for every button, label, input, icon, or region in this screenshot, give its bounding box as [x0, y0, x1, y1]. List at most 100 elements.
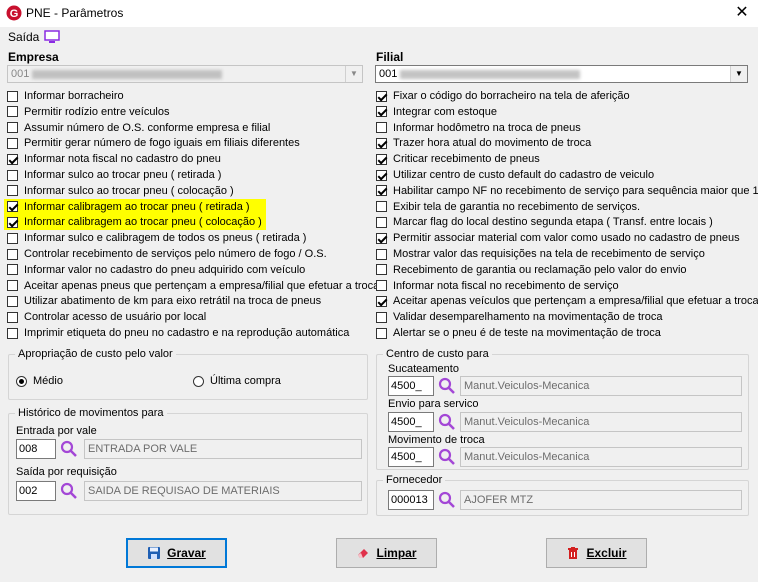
limpar-button[interactable]: Limpar: [336, 538, 437, 568]
checkbox-label[interactable]: Informar valor no cadastro do pneu adqui…: [24, 264, 305, 276]
fornecedor-code-input[interactable]: 000013: [388, 490, 434, 510]
checkbox-row[interactable]: Controlar acesso de usuário por local: [4, 309, 206, 325]
checkbox-row[interactable]: Permitir associar material com valor com…: [373, 230, 740, 246]
search-icon[interactable]: [59, 439, 79, 459]
checkbox-row[interactable]: Imprimir etiqueta do pneu no cadastro e …: [4, 325, 349, 341]
checkbox-row[interactable]: Informar sulco ao trocar pneu ( retirada…: [4, 167, 221, 183]
checkbox-row[interactable]: Controlar recebimento de serviços pelo n…: [4, 246, 327, 262]
checkbox-unchecked[interactable]: [7, 295, 18, 307]
chevron-down-icon[interactable]: ▼: [730, 66, 747, 82]
checkbox-row[interactable]: Recebimento de garantia ou reclamação pe…: [373, 262, 687, 278]
checkbox-label[interactable]: Informar sulco ao trocar pneu ( colocaçã…: [24, 185, 234, 197]
checkbox-unchecked[interactable]: [376, 216, 387, 228]
radio-dot[interactable]: [16, 375, 27, 387]
checkbox-checked[interactable]: [376, 137, 387, 149]
menu-saida[interactable]: Saída: [8, 30, 39, 44]
checkbox-label[interactable]: Exibir tela de garantia no recebimento d…: [393, 201, 640, 213]
monitor-icon[interactable]: [44, 30, 60, 44]
checkbox-checked[interactable]: [376, 295, 387, 307]
checkbox-row[interactable]: Criticar recebimento de pneus: [373, 151, 540, 167]
checkbox-row[interactable]: Habilitar campo NF no recebimento de ser…: [373, 183, 758, 199]
search-icon[interactable]: [437, 447, 457, 467]
saida-code-input[interactable]: 002: [16, 481, 56, 501]
checkbox-unchecked[interactable]: [376, 248, 387, 260]
checkbox-unchecked[interactable]: [7, 280, 18, 292]
filial-select[interactable]: 001 ▼: [375, 65, 748, 83]
checkbox-row[interactable]: Aceitar apenas veículos que pertençam a …: [373, 293, 758, 309]
checkbox-checked[interactable]: [7, 201, 18, 213]
checkbox-label[interactable]: Marcar flag do local destino segunda eta…: [393, 216, 713, 228]
checkbox-label[interactable]: Fixar o código do borracheiro na tela de…: [393, 90, 630, 102]
checkbox-unchecked[interactable]: [7, 137, 18, 149]
excluir-button[interactable]: Excluir: [546, 538, 647, 568]
checkbox-unchecked[interactable]: [376, 201, 387, 213]
checkbox-row[interactable]: Permitir gerar número de fogo iguais em …: [4, 135, 300, 151]
checkbox-row[interactable]: Informar sulco e calibragem de todos os …: [4, 230, 306, 246]
entrada-code-input[interactable]: 008: [16, 439, 56, 459]
checkbox-unchecked[interactable]: [7, 90, 18, 102]
checkbox-unchecked[interactable]: [7, 232, 18, 244]
checkbox-row[interactable]: Informar calibragem ao trocar pneu ( ret…: [4, 198, 266, 215]
checkbox-label[interactable]: Assumir número de O.S. conforme empresa …: [24, 122, 270, 134]
checkbox-row[interactable]: Validar desemparelhamento na movimentaçã…: [373, 309, 662, 325]
checkbox-row[interactable]: Integrar com estoque: [373, 104, 497, 120]
checkbox-checked[interactable]: [376, 90, 387, 102]
checkbox-label[interactable]: Utilizar centro de custo default do cada…: [393, 169, 654, 181]
checkbox-row[interactable]: Fixar o código do borracheiro na tela de…: [373, 88, 630, 104]
checkbox-row[interactable]: Informar calibragem ao trocar pneu ( col…: [4, 214, 266, 231]
checkbox-label[interactable]: Utilizar abatimento de km para eixo retr…: [24, 295, 321, 307]
checkbox-label[interactable]: Informar borracheiro: [24, 90, 124, 102]
checkbox-checked[interactable]: [376, 169, 387, 181]
checkbox-checked[interactable]: [376, 153, 387, 165]
checkbox-unchecked[interactable]: [7, 311, 18, 323]
checkbox-unchecked[interactable]: [376, 311, 387, 323]
checkbox-checked[interactable]: [376, 106, 387, 118]
checkbox-label[interactable]: Informar calibragem ao trocar pneu ( ret…: [24, 201, 250, 213]
gravar-button[interactable]: Gravar: [126, 538, 227, 568]
checkbox-label[interactable]: Imprimir etiqueta do pneu no cadastro e …: [24, 327, 349, 339]
radio-medio[interactable]: Médio: [16, 375, 63, 387]
checkbox-label[interactable]: Habilitar campo NF no recebimento de ser…: [393, 185, 758, 197]
checkbox-row[interactable]: Informar borracheiro: [4, 88, 124, 104]
checkbox-label[interactable]: Controlar acesso de usuário por local: [24, 311, 206, 323]
checkbox-label[interactable]: Validar desemparelhamento na movimentaçã…: [393, 311, 662, 323]
checkbox-row[interactable]: Aceitar apenas pneus que pertençam a emp…: [4, 278, 379, 294]
checkbox-label[interactable]: Informar nota fiscal no recebimento de s…: [393, 280, 619, 292]
checkbox-row[interactable]: Informar sulco ao trocar pneu ( colocaçã…: [4, 183, 234, 199]
checkbox-row[interactable]: Informar nota fiscal no cadastro do pneu: [4, 151, 221, 167]
checkbox-label[interactable]: Informar sulco ao trocar pneu ( retirada…: [24, 169, 221, 181]
checkbox-label[interactable]: Informar sulco e calibragem de todos os …: [24, 232, 306, 244]
checkbox-unchecked[interactable]: [7, 248, 18, 260]
checkbox-row[interactable]: Exibir tela de garantia no recebimento d…: [373, 199, 640, 215]
checkbox-checked[interactable]: [7, 216, 18, 228]
checkbox-label[interactable]: Permitir rodízio entre veículos: [24, 106, 170, 118]
search-icon[interactable]: [437, 376, 457, 396]
checkbox-unchecked[interactable]: [376, 264, 387, 276]
close-icon[interactable]: ✕: [732, 3, 752, 23]
checkbox-checked[interactable]: [7, 153, 18, 165]
chevron-down-icon[interactable]: ▼: [345, 66, 362, 82]
checkbox-row[interactable]: Assumir número de O.S. conforme empresa …: [4, 120, 270, 136]
checkbox-checked[interactable]: [376, 232, 387, 244]
checkbox-label[interactable]: Informar nota fiscal no cadastro do pneu: [24, 153, 221, 165]
checkbox-row[interactable]: Marcar flag do local destino segunda eta…: [373, 214, 713, 230]
checkbox-unchecked[interactable]: [7, 185, 18, 197]
checkbox-unchecked[interactable]: [376, 122, 387, 134]
radio-dot[interactable]: [193, 375, 204, 387]
checkbox-label[interactable]: Aceitar apenas veículos que pertençam a …: [393, 295, 758, 307]
checkbox-label[interactable]: Integrar com estoque: [393, 106, 497, 118]
checkbox-row[interactable]: Utilizar abatimento de km para eixo retr…: [4, 293, 321, 309]
checkbox-unchecked[interactable]: [7, 122, 18, 134]
checkbox-label[interactable]: Criticar recebimento de pneus: [393, 153, 540, 165]
checkbox-row[interactable]: Permitir rodízio entre veículos: [4, 104, 170, 120]
checkbox-unchecked[interactable]: [7, 169, 18, 181]
checkbox-label[interactable]: Recebimento de garantia ou reclamação pe…: [393, 264, 687, 276]
checkbox-label[interactable]: Informar calibragem ao trocar pneu ( col…: [24, 216, 262, 228]
checkbox-label[interactable]: Trazer hora atual do movimento de troca: [393, 137, 591, 149]
search-icon[interactable]: [437, 412, 457, 432]
checkbox-label[interactable]: Informar hodômetro na troca de pneus: [393, 122, 581, 134]
checkbox-unchecked[interactable]: [376, 280, 387, 292]
checkbox-label[interactable]: Aceitar apenas pneus que pertençam a emp…: [24, 280, 379, 292]
checkbox-row[interactable]: Trazer hora atual do movimento de troca: [373, 135, 591, 151]
checkbox-label[interactable]: Alertar se o pneu é de teste na moviment…: [393, 327, 661, 339]
